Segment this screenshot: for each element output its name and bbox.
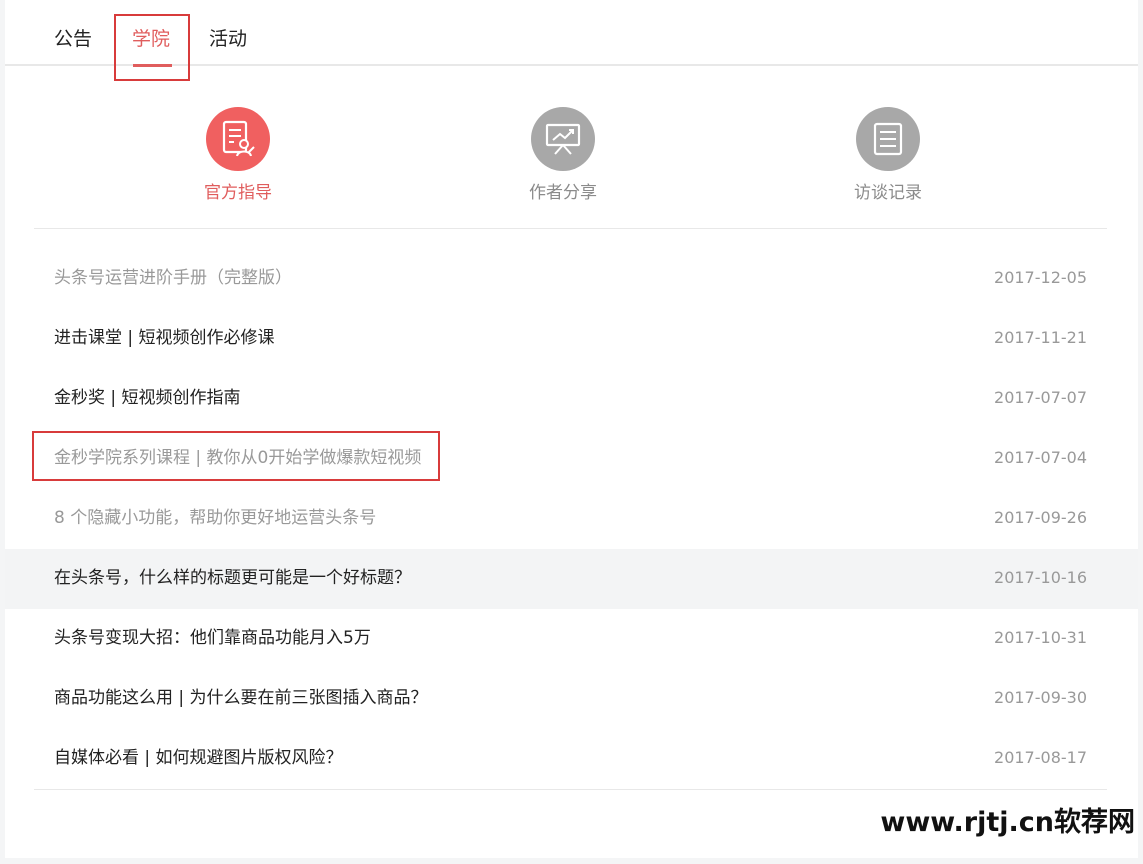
academy-panel: 公告 学院 活动 官方指导 作者分享 访谈记录 头条号运营进阶手册（完整版） 2… — [5, 0, 1138, 858]
tab-announcement[interactable]: 公告 — [54, 27, 92, 51]
article-date: 2017-12-05 — [994, 268, 1087, 287]
article-date: 2017-11-21 — [994, 328, 1087, 347]
article-row[interactable]: 8 个隐藏小功能，帮助你更好地运营头条号 2017-09-26 — [5, 489, 1138, 549]
category-bar: 官方指导 作者分享 访谈记录 — [34, 66, 1107, 229]
presentation-chart-icon — [531, 107, 595, 171]
interview-record-icon — [856, 107, 920, 171]
article-row[interactable]: 自媒体必看 | 如何规避图片版权风险？ 2017-08-17 — [5, 729, 1138, 789]
watermark: www.rjtj.cn软荐网 — [880, 807, 1135, 838]
article-date: 2017-10-31 — [994, 628, 1087, 647]
article-title[interactable]: 头条号运营进阶手册（完整版） — [54, 267, 292, 289]
article-date: 2017-07-04 — [994, 448, 1087, 467]
category-label: 访谈记录 — [854, 183, 922, 203]
article-row[interactable]: 头条号运营进阶手册（完整版） 2017-12-05 — [5, 249, 1138, 309]
article-title[interactable]: 8 个隐藏小功能，帮助你更好地运营头条号 — [54, 507, 376, 529]
tab-activity[interactable]: 活动 — [209, 27, 247, 51]
article-title[interactable]: 自媒体必看 | 如何规避图片版权风险？ — [54, 747, 343, 769]
article-row[interactable]: 进击课堂 | 短视频创作必修课 2017-11-21 — [5, 309, 1138, 369]
article-row[interactable]: 头条号变现大招：他们靠商品功能月入5万 2017-10-31 — [5, 609, 1138, 669]
article-date: 2017-09-30 — [994, 688, 1087, 707]
article-title[interactable]: 在头条号，什么样的标题更可能是一个好标题？ — [54, 567, 411, 589]
official-guide-icon — [206, 107, 270, 171]
category-author-share[interactable]: 作者分享 — [503, 107, 623, 204]
article-highlight-box — [32, 431, 440, 481]
article-date: 2017-09-26 — [994, 508, 1087, 527]
category-label: 作者分享 — [529, 183, 597, 203]
article-title[interactable]: 头条号变现大招：他们靠商品功能月入5万 — [54, 627, 371, 649]
article-row[interactable]: 商品功能这么用 | 为什么要在前三张图插入商品？ 2017-09-30 — [5, 669, 1138, 729]
category-label: 官方指导 — [204, 183, 272, 203]
article-title[interactable]: 进击课堂 | 短视频创作必修课 — [54, 327, 275, 349]
article-date: 2017-10-16 — [994, 568, 1087, 587]
article-row[interactable]: 金秒奖 | 短视频创作指南 2017-07-07 — [5, 369, 1138, 429]
article-title[interactable]: 金秒奖 | 短视频创作指南 — [54, 387, 241, 409]
article-date: 2017-07-07 — [994, 388, 1087, 407]
article-title[interactable]: 商品功能这么用 | 为什么要在前三张图插入商品？ — [54, 687, 428, 709]
article-row[interactable]: 在头条号，什么样的标题更可能是一个好标题？ 2017-10-16 — [5, 549, 1138, 609]
article-list: 头条号运营进阶手册（完整版） 2017-12-05 进击课堂 | 短视频创作必修… — [5, 249, 1138, 789]
article-date: 2017-08-17 — [994, 748, 1087, 767]
category-official-guide[interactable]: 官方指导 — [178, 107, 298, 204]
category-interview-record[interactable]: 访谈记录 — [828, 107, 948, 204]
list-divider — [34, 789, 1107, 790]
